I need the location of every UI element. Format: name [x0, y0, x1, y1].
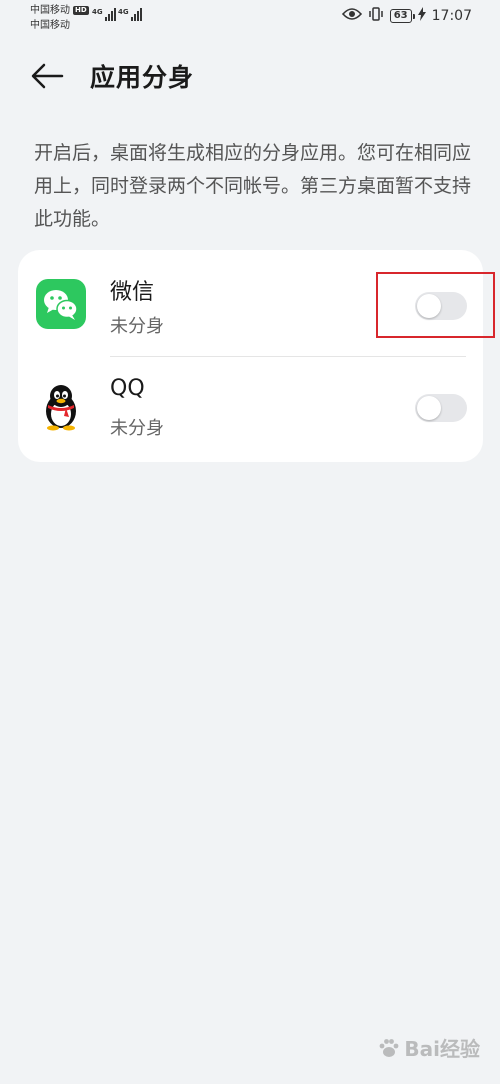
carrier-name-2: 中国移动 — [30, 20, 70, 31]
app-name: QQ — [110, 376, 145, 401]
annotation-highlight-box — [376, 272, 495, 338]
vibrate-icon — [368, 7, 384, 25]
app-clone-status: 未分身 — [110, 418, 164, 439]
paw-icon — [379, 1038, 399, 1057]
header: 应用分身 — [0, 52, 500, 100]
app-name: 微信 — [110, 280, 155, 305]
network-type-2: 4G — [118, 8, 129, 16]
carrier-info: 中国移动 HD 中国移动 — [30, 3, 89, 33]
toggle-knob — [417, 396, 441, 420]
wechat-icon — [36, 279, 86, 329]
baidu-watermark: Bai经验 — [378, 1033, 480, 1062]
charging-icon — [417, 7, 426, 25]
hd-badge: HD — [73, 6, 89, 15]
status-right: 63 17:07 — [341, 7, 472, 25]
qq-penguin-icon — [36, 381, 86, 431]
signal-icon-2: 4G — [118, 8, 142, 21]
network-type-1: 4G — [92, 8, 103, 16]
back-button[interactable] — [30, 60, 70, 92]
watermark-text: Bai经验 — [404, 1037, 480, 1061]
carrier-name-1: 中国移动 — [30, 5, 70, 16]
back-arrow-icon — [31, 63, 64, 89]
status-bar: 中国移动 HD 中国移动 4G 4G 63 17:07 — [0, 0, 500, 40]
list-item[interactable]: QQ 未分身 — [18, 352, 483, 452]
app-clone-status: 未分身 — [110, 316, 164, 337]
clock: 17:07 — [431, 8, 472, 24]
feature-description: 开启后，桌面将生成相应的分身应用。您可在相同应用上，同时登录两个不同帐号。第三方… — [34, 142, 472, 230]
battery-icon: 63 — [389, 9, 415, 23]
qq-clone-toggle[interactable] — [415, 394, 467, 422]
signal-icon-1: 4G — [92, 8, 116, 21]
page-title: 应用分身 — [90, 63, 195, 92]
eye-comfort-icon — [341, 7, 362, 25]
